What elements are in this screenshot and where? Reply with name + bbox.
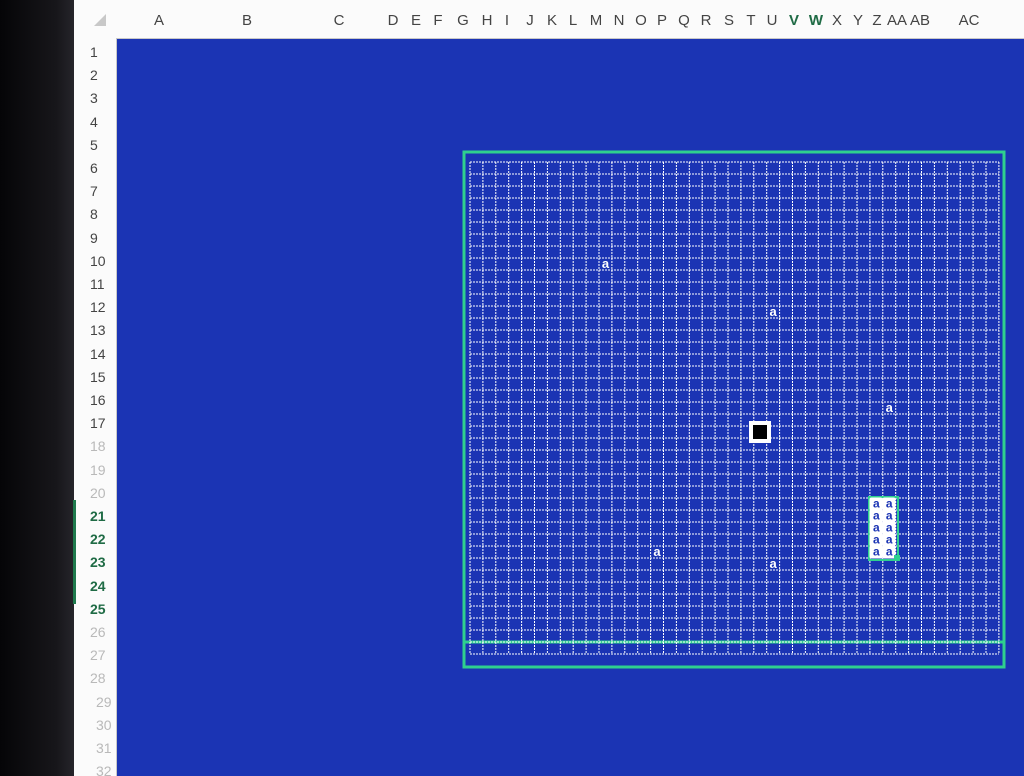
grid-board (462, 150, 1006, 669)
row-header-28[interactable]: 28 (90, 670, 106, 686)
cell-glyph[interactable]: a (602, 257, 609, 270)
column-header-x[interactable]: X (832, 12, 842, 29)
row-header-3[interactable]: 3 (90, 90, 98, 106)
column-header-c[interactable]: C (334, 12, 345, 29)
fill-handle[interactable] (893, 555, 900, 561)
column-header-d[interactable]: D (388, 12, 399, 29)
column-header-ab[interactable]: AB (910, 12, 930, 29)
row-header-21[interactable]: 21 (90, 508, 106, 524)
column-header-m[interactable]: M (590, 12, 603, 29)
cursor-cell[interactable] (749, 421, 772, 443)
row-header-8[interactable]: 8 (90, 206, 98, 222)
column-header-v[interactable]: V (789, 12, 799, 29)
row-header-1[interactable]: 1 (90, 44, 98, 60)
row-header-23[interactable]: 23 (90, 554, 106, 570)
cell-glyph[interactable]: a (886, 401, 893, 414)
column-header-j[interactable]: J (526, 12, 534, 29)
row-header-25[interactable]: 25 (90, 601, 106, 617)
column-header-y[interactable]: Y (853, 12, 863, 29)
select-all-corner[interactable] (94, 14, 106, 26)
cell-glyph[interactable]: a (770, 557, 777, 570)
row-header-10[interactable]: 10 (90, 253, 106, 269)
spreadsheet-window: A B C D E F G H I J K L M N O P Q R S T U V W X Y Z AA AB AC 1234567… (74, 0, 1024, 776)
column-header-r[interactable]: R (701, 12, 712, 29)
row-header-24[interactable]: 24 (90, 578, 106, 594)
column-header-aa[interactable]: AA (887, 12, 907, 29)
row-header-22[interactable]: 22 (90, 531, 106, 547)
column-header-g[interactable]: G (457, 12, 469, 29)
cell-glyph[interactable]: a (653, 545, 660, 558)
row-header-14[interactable]: 14 (90, 346, 106, 362)
column-header-q[interactable]: Q (678, 12, 690, 29)
row-header-30[interactable]: 30 (96, 717, 112, 733)
row-header-9[interactable]: 9 (90, 230, 98, 246)
column-header-ac[interactable]: AC (959, 12, 980, 29)
column-header-z[interactable]: Z (872, 12, 881, 29)
column-header-l[interactable]: L (569, 12, 577, 29)
row-header-27[interactable]: 27 (90, 647, 106, 663)
row-header-7[interactable]: 7 (90, 183, 98, 199)
column-header-h[interactable]: H (482, 12, 493, 29)
row-header-16[interactable]: 16 (90, 392, 106, 408)
row-header-17[interactable]: 17 (90, 415, 106, 431)
row-header-11[interactable]: 11 (90, 276, 105, 292)
column-header-n[interactable]: N (614, 12, 625, 29)
column-header-p[interactable]: P (657, 12, 667, 29)
row-header-31[interactable]: 31 (96, 740, 112, 756)
column-header-f[interactable]: F (433, 12, 442, 29)
row-header-19[interactable]: 19 (90, 462, 106, 478)
row-header-20[interactable]: 20 (90, 485, 106, 501)
row-header-12[interactable]: 12 (90, 299, 106, 315)
column-header-e[interactable]: E (411, 12, 421, 29)
column-header-a[interactable]: A (154, 12, 164, 29)
row-header-13[interactable]: 13 (90, 322, 106, 338)
column-header-o[interactable]: O (635, 12, 647, 29)
row-header-15[interactable]: 15 (90, 369, 106, 385)
column-header-t[interactable]: T (746, 12, 755, 29)
monitor-bezel (0, 0, 80, 776)
row-header-29[interactable]: 29 (96, 694, 112, 710)
row-header-18[interactable]: 18 (90, 438, 106, 454)
column-header-u[interactable]: U (767, 12, 778, 29)
board-outer-border (462, 150, 1006, 669)
cell-grid-area[interactable]: aaaaaaaaaaaaaaa (462, 150, 1007, 670)
row-header-2[interactable]: 2 (90, 67, 98, 83)
column-header-k[interactable]: K (547, 12, 557, 29)
column-header-bar: A B C D E F G H I J K L M N O P Q R S T U V W X Y Z AA AB AC (74, 0, 1024, 39)
row-header-6[interactable]: 6 (90, 160, 98, 176)
column-header-b[interactable]: B (242, 12, 252, 29)
row-header-32[interactable]: 32 (96, 763, 112, 776)
cell-glyph[interactable]: a (770, 305, 777, 318)
row-selection-indicator (73, 500, 76, 604)
row-header-26[interactable]: 26 (90, 624, 106, 640)
column-header-s[interactable]: S (724, 12, 734, 29)
column-header-w[interactable]: W (809, 12, 823, 29)
selected-cell-glyph[interactable]: a (869, 545, 883, 559)
column-header-i[interactable]: I (505, 12, 509, 29)
row-header-5[interactable]: 5 (90, 137, 98, 153)
row-header-bar: 1 2 3 4 5 6 7 8 9 10 11 12 13 14 15 16 17 18 19 20 21 22 23 24 2… (74, 38, 117, 776)
row-header-4[interactable]: 4 (90, 114, 98, 130)
